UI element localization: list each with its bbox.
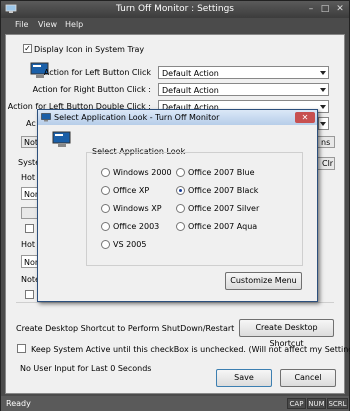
chevron-down-icon: [320, 105, 326, 109]
dialog-app-icon: [41, 113, 51, 122]
left-click-select[interactable]: Default Action: [158, 66, 329, 79]
monitor-icon: [52, 131, 71, 147]
right-click-label: Action for Right Button Click :: [32, 85, 151, 94]
chevron-down-icon: [320, 88, 326, 92]
option-office-2003: Office 2003: [113, 222, 160, 231]
option-windows-xp: Windows XP: [113, 204, 162, 213]
radio-office-2007-blue[interactable]: [176, 168, 185, 177]
display-tray-label: Display Icon in System Tray: [34, 45, 145, 54]
keep-active-label: Keep System Active until this checkBox i…: [31, 345, 350, 354]
scrl-indicator: SCRL: [327, 398, 348, 409]
menu-help[interactable]: Help: [65, 20, 83, 29]
options-partial-label: ns: [321, 138, 331, 147]
cap-indicator: CAP: [287, 398, 306, 409]
status-bar: Ready CAP NUM SCRL: [1, 396, 349, 411]
application-look-dialog: Select Application Look - Turn Off Monit…: [37, 109, 318, 302]
customize-menu-button[interactable]: Customize Menu: [225, 272, 302, 290]
option-office-2007-black: Office 2007 Black: [188, 186, 259, 195]
dialog-title: Select Application Look - Turn Off Monit…: [54, 113, 220, 122]
option-office-xp: Office XP: [113, 186, 150, 195]
hotkey-checkbox-2[interactable]: [25, 290, 34, 299]
clear-button-partial[interactable]: Clr: [317, 157, 335, 170]
clear-partial-label: Clr: [322, 159, 334, 168]
save-button[interactable]: Save: [216, 369, 272, 387]
radio-windows-2000[interactable]: [101, 168, 110, 177]
radio-office-2007-silver[interactable]: [176, 204, 185, 213]
option-office-2007-silver: Office 2007 Silver: [188, 204, 260, 213]
no-input-label: No User Input for Last 0 Seconds: [20, 364, 152, 373]
num-indicator: NUM: [307, 398, 326, 409]
dialog-title-bar: Select Application Look - Turn Off Monit…: [38, 110, 317, 125]
option-office-2007-aqua: Office 2007 Aqua: [188, 222, 258, 231]
radio-office-xp[interactable]: [101, 186, 110, 195]
window-title: Turn Off Monitor : Settings: [116, 4, 234, 14]
keep-active-checkbox[interactable]: [17, 344, 26, 353]
radio-office-2007-black[interactable]: [176, 186, 185, 195]
left-click-value: Default Action: [162, 69, 219, 78]
action-select-partial[interactable]: [318, 117, 329, 130]
radio-office-2003[interactable]: [101, 222, 110, 231]
cancel-button[interactable]: Cancel: [280, 369, 336, 387]
chevron-down-icon: [320, 122, 326, 126]
right-click-select[interactable]: Default Action: [158, 83, 329, 96]
close-icon[interactable]: ✕: [295, 112, 315, 123]
create-shortcut-button[interactable]: Create Desktop Shortcut: [239, 319, 334, 348]
maximize-icon[interactable]: □: [319, 4, 331, 15]
right-click-value: Default Action: [162, 86, 219, 95]
hotkey-checkbox-1[interactable]: [25, 224, 34, 233]
option-office-2007-blue: Office 2007 Blue: [188, 168, 255, 177]
display-tray-checkbox[interactable]: ✓: [23, 44, 32, 53]
radio-vs-2005[interactable]: [101, 240, 110, 249]
group-divider: [16, 302, 334, 303]
menu-view[interactable]: View: [38, 20, 57, 29]
option-windows-2000: Windows 2000: [113, 168, 172, 177]
chevron-down-icon: [320, 71, 326, 75]
title-bar: Turn Off Monitor : Settings – □ ✕: [1, 1, 349, 18]
shortcut-label: Create Desktop Shortcut to Perform ShutD…: [16, 324, 235, 333]
status-text: Ready: [6, 399, 31, 408]
options-button-partial[interactable]: ns: [317, 136, 335, 148]
menu-bar: File View Help: [1, 18, 349, 33]
radio-office-2007-aqua[interactable]: [176, 222, 185, 231]
option-vs-2005: VS 2005: [113, 240, 147, 249]
close-window-icon[interactable]: ✕: [334, 4, 346, 15]
menu-file[interactable]: File: [15, 20, 28, 29]
action-label-partial: Ac: [26, 119, 36, 128]
minimize-icon[interactable]: –: [305, 4, 317, 15]
radio-windows-xp[interactable]: [101, 204, 110, 213]
left-click-label: Action for Left Button Click: [43, 68, 151, 77]
